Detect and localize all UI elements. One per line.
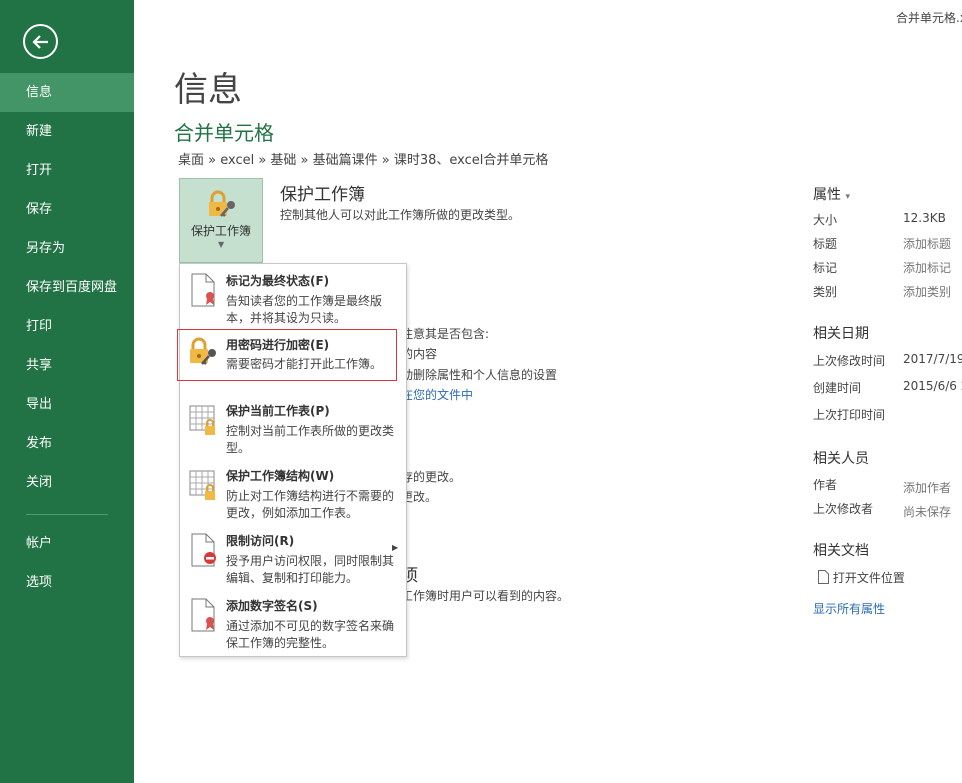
versions-text-1: 存的更改。 [401, 470, 462, 484]
document-title: 合并单元格 [174, 121, 274, 145]
nav-account[interactable]: 帐户 [0, 524, 134, 563]
menu-item-encrypt[interactable]: 用密码进行加密(E) 需要密码才能打开此工作簿。 [177, 329, 397, 381]
sheet-lock-icon [188, 402, 220, 442]
prop-key-size: 大小 [813, 213, 838, 227]
nav-save-as[interactable]: 另存为 [0, 229, 134, 268]
restrict-access-icon [188, 532, 220, 572]
open-location-label: 打开文件位置 [832, 571, 905, 585]
menu-item-desc: 防止对工作簿结构进行不需要的更改，例如添加工作表。 [226, 489, 395, 520]
lock-key-icon [188, 336, 220, 372]
docs-heading: 相关文档 [813, 543, 869, 559]
menu-item-title: 保护当前工作表(P) [226, 404, 330, 418]
nav-publish[interactable]: 发布 [0, 424, 134, 463]
menu-item-desc: 控制对当前工作表所做的更改类型。 [226, 424, 395, 455]
menu-item-title: 限制访问(R) [226, 534, 295, 548]
prop-value-tags[interactable]: 添加标记 [903, 259, 951, 276]
inspect-text-3: 动删除属性和个人信息的设置 [401, 368, 558, 382]
prop-key-title: 标题 [813, 237, 838, 251]
date-value-created: 2015/6/6 2 [903, 379, 962, 393]
date-key-printed: 上次打印时间 [813, 408, 886, 422]
show-all-properties-link[interactable]: 显示所有属性 [813, 600, 885, 617]
menu-item-protect-structure[interactable]: 保护工作簿结构(W) 防止对工作簿结构进行不需要的更改，例如添加工作表。 [180, 461, 406, 523]
file-icon [818, 570, 829, 584]
chevron-down-icon: ▾ [845, 192, 850, 202]
people-key-author: 作者 [813, 478, 838, 492]
nav-options[interactable]: 选项 [0, 563, 134, 602]
open-location-link[interactable]: 打开文件位置 [818, 569, 905, 586]
nav-save-baidu[interactable]: 保存到百度网盘 [0, 268, 134, 307]
properties-heading[interactable]: 属性 ▾ [813, 184, 850, 204]
submenu-arrow-icon: ▶ [392, 543, 399, 552]
menu-item-desc: 授予用户访问权限，同时限制其编辑、复制和打印能力。 [226, 554, 395, 585]
people-key-modifier: 上次修改者 [813, 502, 874, 516]
nav-export[interactable]: 导出 [0, 385, 134, 424]
menu-item-title: 用密码进行加密(E) [226, 338, 330, 352]
menu-item-title: 标记为最终状态(F) [226, 274, 330, 288]
menu-item-desc: 需要密码才能打开此工作簿。 [226, 357, 383, 371]
menu-item-mark-final[interactable]: 标记为最终状态(F) 告知读者您的工作簿是最终版本，并将其设为只读。 [180, 266, 406, 328]
workbook-lock-icon [188, 467, 220, 507]
prop-value-category[interactable]: 添加类别 [903, 283, 951, 300]
nav-share[interactable]: 共享 [0, 346, 134, 385]
people-value-modifier: 尚未保存 [903, 505, 952, 519]
window-filename: 合并单元格.x [896, 11, 962, 25]
nav-info[interactable]: 信息 [0, 73, 134, 112]
inspect-text-1: 注意其是否包含: [401, 327, 490, 341]
properties-heading-label: 属性 [813, 187, 841, 203]
dates-heading: 相关日期 [813, 326, 869, 342]
page-title: 信息 [174, 70, 242, 110]
people-heading: 相关人员 [813, 451, 869, 467]
protect-heading: 保护工作簿 [280, 185, 365, 205]
menu-item-protect-sheet[interactable]: 保护当前工作表(P) 控制对当前工作表所做的更改类型。 [180, 396, 406, 458]
prop-key-tags: 标记 [813, 261, 838, 275]
prop-value-size: 12.3KB [903, 211, 946, 225]
backstage-sidebar: 信息 新建 打开 保存 另存为 保存到百度网盘 打印 共享 导出 发布 关闭 帐… [0, 0, 134, 783]
breadcrumb[interactable]: 桌面 » excel » 基础 » 基础篇课件 » 课时38、excel合并单元… [178, 149, 548, 168]
menu-item-desc: 告知读者您的工作簿是最终版本，并将其设为只读。 [226, 294, 383, 325]
protect-workbook-button[interactable]: 保护工作簿 ▼ [179, 178, 263, 263]
date-key-created: 创建时间 [813, 381, 862, 395]
nav-open[interactable]: 打开 [0, 151, 134, 190]
nav-close[interactable]: 关闭 [0, 463, 134, 502]
prop-key-category: 类别 [813, 285, 838, 299]
protect-workbook-menu: 标记为最终状态(F) 告知读者您的工作簿是最终版本，并将其设为只读。 用密码进行… [177, 263, 407, 657]
menu-item-desc: 通过添加不可见的数字签名来确保工作簿的完整性。 [226, 619, 395, 650]
nav-print[interactable]: 打印 [0, 307, 134, 346]
menu-item-title: 保护工作簿结构(W) [226, 469, 335, 483]
menu-item-restrict-access[interactable]: 限制访问(R) 授予用户访问权限，同时限制其编辑、复制和打印能力。 ▶ [180, 526, 406, 588]
chevron-down-icon: ▼ [218, 240, 225, 249]
date-key-modified: 上次修改时间 [813, 354, 886, 368]
date-value-modified: 2017/7/19 [903, 352, 962, 366]
protect-description: 控制其他人可以对此工作簿所做的更改类型。 [280, 208, 521, 222]
nav-save[interactable]: 保存 [0, 190, 134, 229]
lock-key-icon [206, 189, 238, 225]
people-value-author[interactable]: 添加作者 [903, 479, 951, 496]
final-document-icon [188, 272, 220, 312]
prop-value-title[interactable]: 添加标题 [903, 235, 951, 252]
browser-description: 工作簿时用户可以看到的内容。 [401, 589, 570, 603]
signature-icon [188, 597, 220, 637]
back-arrow-icon[interactable] [23, 24, 58, 59]
nav-divider [26, 514, 108, 515]
protect-workbook-label: 保护工作簿 [190, 224, 251, 238]
nav-new[interactable]: 新建 [0, 112, 134, 151]
menu-item-title: 添加数字签名(S) [226, 599, 318, 613]
inspect-link[interactable]: 在您的文件中 [401, 386, 473, 403]
menu-item-digital-signature[interactable]: 添加数字签名(S) 通过添加不可见的数字签名来确保工作簿的完整性。 [180, 591, 406, 653]
